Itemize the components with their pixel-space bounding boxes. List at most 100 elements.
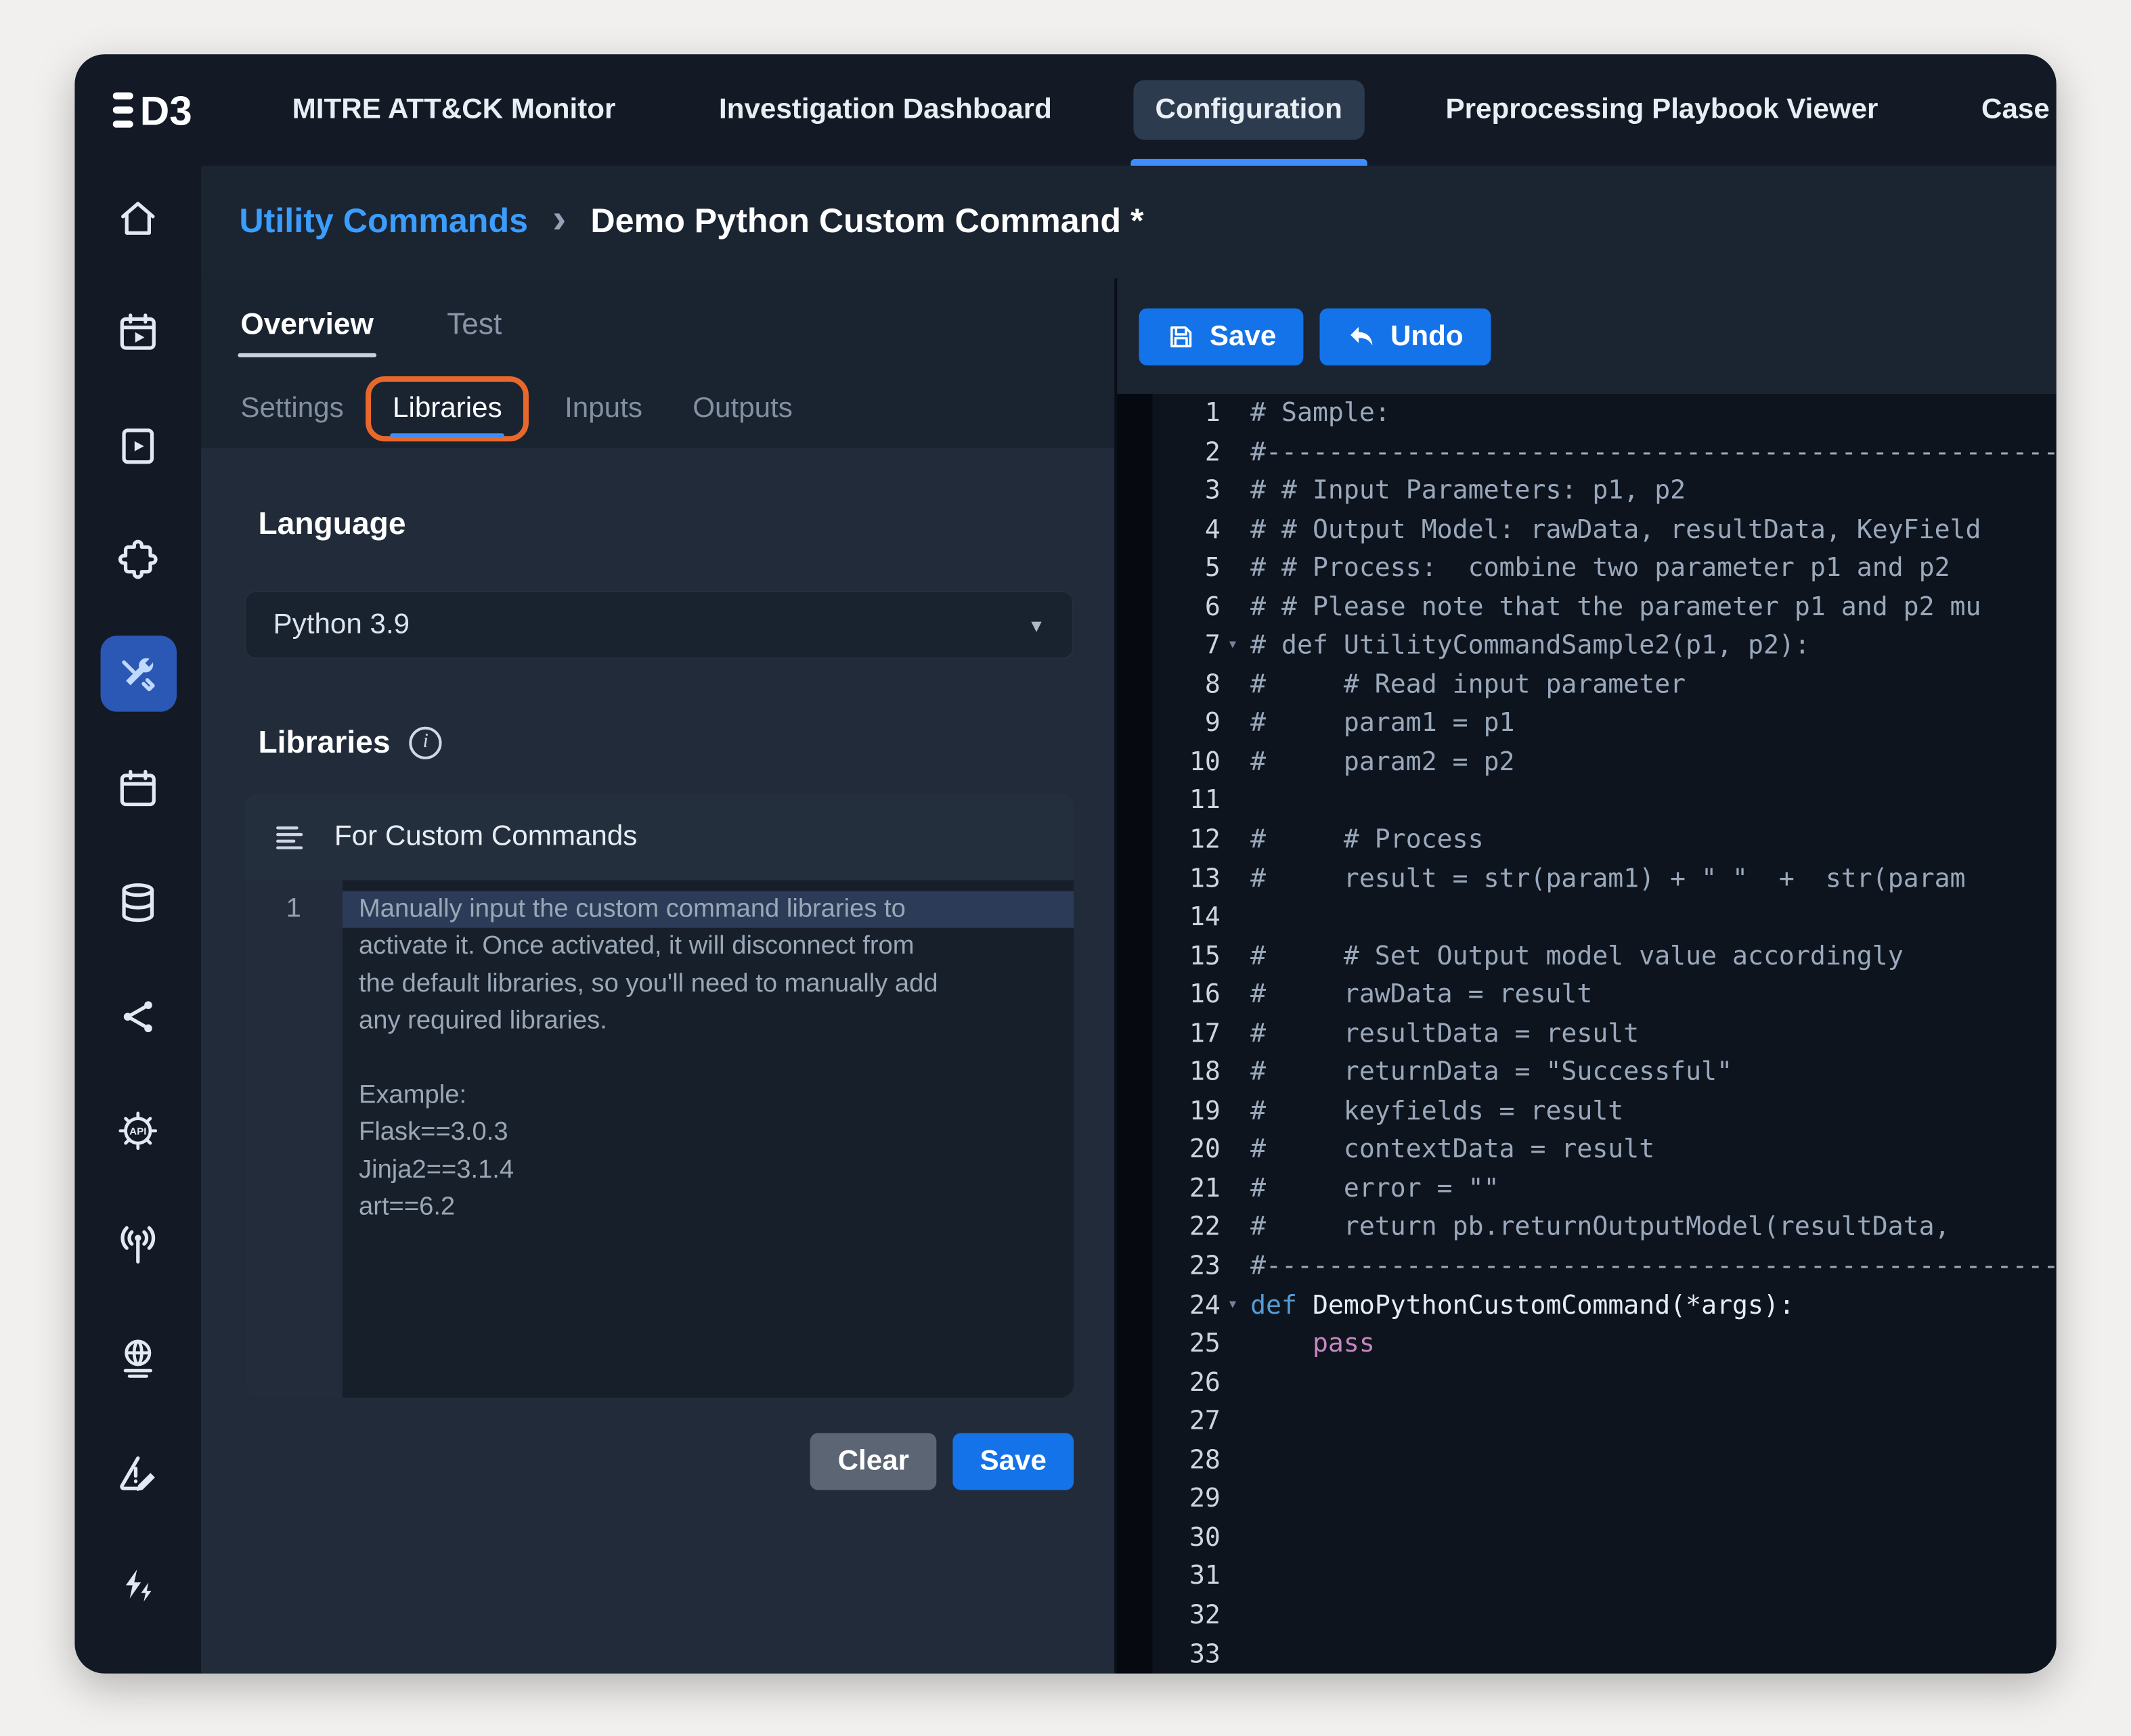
fold-arrow-icon[interactable]: ▾ [1221,1286,1245,1325]
fold-spacer [1221,704,1245,742]
fold-spacer [1221,860,1245,898]
nav-configuration[interactable]: Configuration [1133,54,1364,166]
code-text: # result = str(param1) + " " + str(param [1245,860,2057,898]
d3-logo[interactable]: D3 [113,83,211,137]
line-number: 33 [1153,1634,1221,1673]
code-line: 28 [1153,1441,2057,1479]
nav-investigation-dashboard[interactable]: Investigation Dashboard [697,54,1074,166]
share-nodes-icon [116,994,160,1038]
line-number: 7 [1153,627,1221,665]
code-line: 9# param1 = p1 [1153,704,2057,742]
sidebar-item-web[interactable] [100,1320,176,1396]
sidebar-item-home[interactable] [100,179,176,255]
libraries-actions: Clear Save [244,1433,1074,1490]
code-line: 31 [1153,1557,2057,1596]
subtab-inputs[interactable]: Inputs [562,387,645,430]
line-number: 31 [1153,1557,1221,1596]
libraries-placeholder-text: Manually input the custom command librar… [343,881,1074,1398]
tab-overview[interactable]: Overview [238,278,376,369]
sidebar-item-automation[interactable] [100,1549,176,1624]
language-heading: Language [258,506,1114,542]
code-line: 5# # Process: combine two parameter p1 a… [1153,549,2057,587]
line-number: 3 [1153,472,1221,510]
language-value: Python 3.9 [273,608,410,641]
d3-logo-icon: D3 [113,83,211,137]
line-number: 17 [1153,1015,1221,1053]
sidebar-item-database[interactable] [100,864,176,939]
code-text: # # Output Model: rawData, resultData, K… [1245,510,2057,549]
sidebar-item-playbook-media[interactable] [100,407,176,483]
sidebar-item-scheduled-playbooks[interactable] [100,294,176,370]
line-number: 27 [1153,1402,1221,1441]
code-text: # # Process: combine two parameter p1 an… [1245,549,2057,587]
sidebar-item-incident-rules[interactable] [100,1434,176,1510]
placeholder-line: art==6.2 [343,1189,1074,1226]
line-number: 1 [1153,394,1221,432]
svg-text:API: API [129,1125,146,1136]
code-text [1245,1596,2057,1634]
save-code-label: Save [1210,320,1276,353]
language-select[interactable]: Python 3.9 ▼ [244,591,1074,659]
code-text: # return pb.returnOutputModel(resultData… [1245,1208,2057,1247]
line-number: 30 [1153,1519,1221,1557]
line-number: 13 [1153,860,1221,898]
fold-spacer [1221,510,1245,549]
fold-spacer [1221,1441,1245,1479]
sidebar-item-integrations[interactable] [100,522,176,598]
libraries-input[interactable]: 1 Manually input the custom command libr… [244,881,1074,1398]
nav-label: MITRE ATT&CK Monitor [271,80,638,139]
save-code-button[interactable]: Save [1139,308,1303,365]
line-number: 11 [1153,782,1221,820]
subtab-outputs[interactable]: Outputs [690,387,795,430]
code-text: # error = "" [1245,1170,2057,1208]
code-text [1245,782,2057,820]
code-text: #---------------------------------------… [1245,1247,2057,1285]
tab-test[interactable]: Test [444,278,504,369]
fold-spacer [1221,898,1245,937]
line-number: 19 [1153,1092,1221,1130]
code-text: # # Set Output model value accordingly [1245,937,2057,975]
sidebar-item-calendar[interactable] [100,750,176,826]
line-number: 14 [1153,898,1221,937]
libraries-heading-row: Libraries i [258,724,1114,761]
code-line: 10# param2 = p2 [1153,743,2057,782]
info-icon[interactable]: i [410,726,442,759]
nav-label: Preprocessing Playbook Viewer [1424,80,1899,139]
save-libraries-button[interactable]: Save [952,1433,1074,1490]
code-text: def DemoPythonCustomCommand(*args): [1245,1286,2057,1325]
chevron-right-icon: › [552,199,566,240]
tab-overview-label: Overview [240,307,373,342]
fold-spacer [1221,549,1245,587]
sidebar-item-broadcast[interactable] [100,1206,176,1282]
sidebar-item-utility-commands[interactable] [100,636,176,711]
nav-case-management[interactable]: Case Management [1960,54,2057,166]
subtab-libraries[interactable]: Libraries [390,387,505,430]
code-editor[interactable]: 1# Sample:2#----------------------------… [1117,394,2056,1674]
code-line: 7▾# def UtilityCommandSample2(p1, p2): [1153,627,2057,665]
libraries-card-title: For Custom Commands [334,820,637,853]
undo-label: Undo [1390,320,1464,353]
libraries-section: Language Python 3.9 ▼ Libraries i For Cu… [201,448,1114,1673]
sidebar-item-api-settings[interactable]: API [100,1092,176,1168]
nav-preprocessing-playbook-viewer[interactable]: Preprocessing Playbook Viewer [1424,54,1899,166]
code-panel: Save Undo 1# Sample:2#------------------… [1114,278,2056,1673]
sidebar-item-connections[interactable] [100,978,176,1054]
antenna-icon [116,1222,160,1266]
undo-button[interactable]: Undo [1320,308,1491,365]
code-line: 27 [1153,1402,2057,1441]
code-text: # returnData = "Successful" [1245,1053,2057,1092]
fold-arrow-icon[interactable]: ▾ [1221,627,1245,665]
breadcrumb-parent[interactable]: Utility Commands [239,202,528,242]
libraries-heading: Libraries [258,724,390,761]
subtab-settings[interactable]: Settings [238,387,346,430]
fold-spacer [1221,1479,1245,1518]
top-nav-items: MITRE ATT&CK Monitor Investigation Dashbo… [271,54,2057,166]
code-text [1245,898,2057,937]
nav-mitre-att-ck-monitor[interactable]: MITRE ATT&CK Monitor [271,54,638,166]
placeholder-line: Example: [343,1077,1074,1115]
code-line: 14 [1153,898,2057,937]
clear-button[interactable]: Clear [810,1433,936,1490]
line-number: 12 [1153,820,1221,859]
fold-spacer [1221,1325,1245,1363]
placeholder-line: activate it. Once activated, it will dis… [343,929,1074,966]
